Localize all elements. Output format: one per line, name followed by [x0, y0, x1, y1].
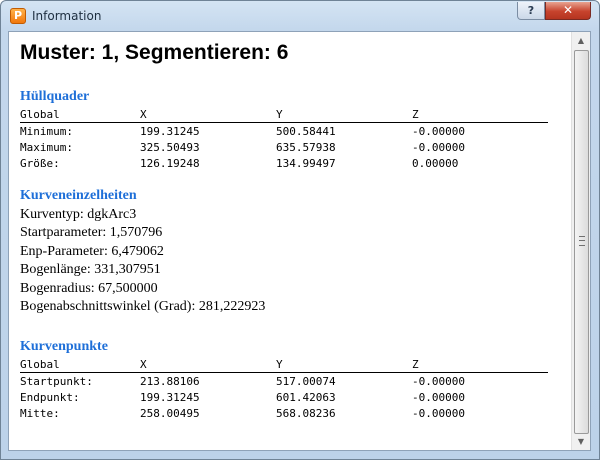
value-x: 213.88106 — [140, 375, 200, 388]
arc-radius-line: Bogenradius: 67,500000 — [20, 281, 158, 296]
value-x: 126.19248 — [140, 157, 200, 170]
section-title-bounding-box: Hüllquader — [20, 89, 90, 104]
information-window: P Information ? ✕ Muster: 1, Segmentiere… — [0, 0, 600, 460]
scrollbar-thumb[interactable] — [574, 50, 589, 434]
section-title-curve-points: Kurvenpunkte — [20, 339, 108, 354]
row-label: Endpunkt: — [20, 391, 80, 404]
column-header-global: Global — [20, 108, 60, 121]
value-x: 325.50493 — [140, 141, 200, 154]
help-button[interactable]: ? — [517, 2, 545, 20]
section-title-curve-details: Kurveneinzelheiten — [20, 188, 137, 203]
curve-type-line: Kurventyp: dgkArc3 — [20, 207, 137, 222]
column-header-x: X — [140, 108, 147, 121]
close-button[interactable]: ✕ — [545, 2, 591, 20]
table-divider — [20, 372, 548, 373]
value-x: 199.31245 — [140, 125, 200, 138]
app-logo-icon: P — [10, 8, 26, 24]
value-z: -0.00000 — [412, 141, 465, 154]
value-y: 134.99497 — [276, 157, 336, 170]
value-y: 635.57938 — [276, 141, 336, 154]
arc-angle-line: Bogenabschnittswinkel (Grad): 281,222923 — [20, 299, 266, 314]
row-label: Mitte: — [20, 407, 60, 420]
column-header-y: Y — [276, 358, 283, 371]
value-z: 0.00000 — [412, 157, 459, 170]
value-z: -0.00000 — [412, 125, 465, 138]
column-header-z: Z — [412, 358, 419, 371]
value-y: 601.42063 — [276, 391, 336, 404]
column-header-y: Y — [276, 108, 283, 121]
start-parameter-line: Startparameter: 1,570796 — [20, 225, 163, 240]
scroll-up-arrow-icon[interactable]: ▲ — [572, 32, 590, 49]
value-z: -0.00000 — [412, 375, 465, 388]
value-y: 500.58441 — [276, 125, 336, 138]
arc-length-line: Bogenlänge: 331,307951 — [20, 262, 161, 277]
grip-icon — [579, 236, 585, 246]
title-bar[interactable]: P Information ? ✕ — [1, 1, 599, 31]
value-z: -0.00000 — [412, 407, 465, 420]
vertical-scrollbar[interactable]: ▲ ▼ — [571, 32, 590, 450]
info-panel: Muster: 1, Segmentieren: 6 Hüllquader Gl… — [8, 31, 591, 451]
window-title: Information — [32, 9, 102, 23]
column-header-global: Global — [20, 358, 60, 371]
value-y: 517.00074 — [276, 375, 336, 388]
value-z: -0.00000 — [412, 391, 465, 404]
scroll-down-arrow-icon[interactable]: ▼ — [572, 433, 590, 450]
end-parameter-line: Enp-Parameter: 6,479062 — [20, 244, 164, 259]
row-label: Minimum: — [20, 125, 73, 138]
value-y: 568.08236 — [276, 407, 336, 420]
column-header-x: X — [140, 358, 147, 371]
row-label: Maximum: — [20, 141, 73, 154]
info-content: Muster: 1, Segmentieren: 6 Hüllquader Gl… — [9, 32, 572, 450]
row-label: Größe: — [20, 157, 60, 170]
column-header-z: Z — [412, 108, 419, 121]
value-x: 199.31245 — [140, 391, 200, 404]
page-title: Muster: 1, Segmentieren: 6 — [20, 41, 289, 64]
row-label: Startpunkt: — [20, 375, 93, 388]
value-x: 258.00495 — [140, 407, 200, 420]
table-divider — [20, 122, 548, 123]
